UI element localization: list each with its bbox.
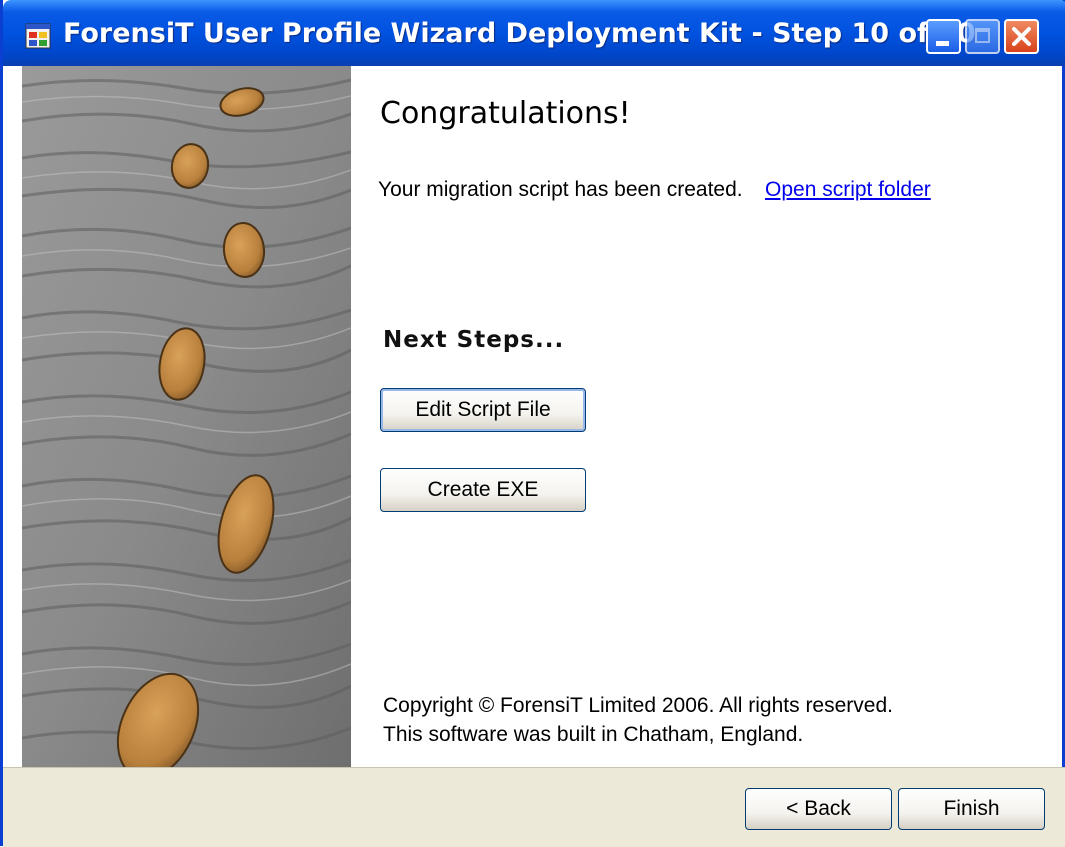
next-steps-heading: Next Steps... — [383, 327, 565, 353]
minimize-icon — [936, 41, 949, 46]
close-icon — [1012, 27, 1031, 46]
maximize-button[interactable] — [965, 19, 1000, 54]
title-bar[interactable]: ForensiT User Profile Wizard Deployment … — [3, 0, 1065, 66]
open-script-folder-link[interactable]: Open script folder — [765, 178, 931, 202]
edit-script-file-button[interactable]: Edit Script File — [380, 388, 586, 432]
finish-label: Finish — [943, 797, 1000, 820]
create-exe-label: Create EXE — [427, 478, 539, 501]
build-location-line: This software was built in Chatham, Engl… — [383, 723, 804, 746]
window-title: ForensiT User Profile Wizard Deployment … — [63, 18, 976, 49]
status-message: Your migration script has been created. — [378, 178, 743, 201]
back-label: < Back — [786, 797, 851, 820]
content-panel: Congratulations! Your migration script h… — [351, 66, 1059, 767]
footprints-sand-image — [22, 66, 351, 767]
wizard-window: ForensiT User Profile Wizard Deployment … — [0, 0, 1065, 847]
app-window-icon — [25, 23, 51, 49]
copyright-notice: Copyright © ForensiT Limited 2006. All r… — [383, 691, 893, 749]
edit-script-file-label: Edit Script File — [415, 398, 551, 421]
copyright-line: Copyright © ForensiT Limited 2006. All r… — [383, 694, 893, 717]
minimize-button[interactable] — [926, 19, 961, 54]
create-exe-button[interactable]: Create EXE — [380, 468, 586, 512]
page-title: Congratulations! — [380, 96, 631, 131]
wizard-footer: < Back Finish — [3, 767, 1065, 847]
finish-button[interactable]: Finish — [898, 788, 1045, 830]
back-button[interactable]: < Back — [745, 788, 892, 830]
close-button[interactable] — [1004, 19, 1039, 54]
maximize-icon — [975, 28, 990, 43]
